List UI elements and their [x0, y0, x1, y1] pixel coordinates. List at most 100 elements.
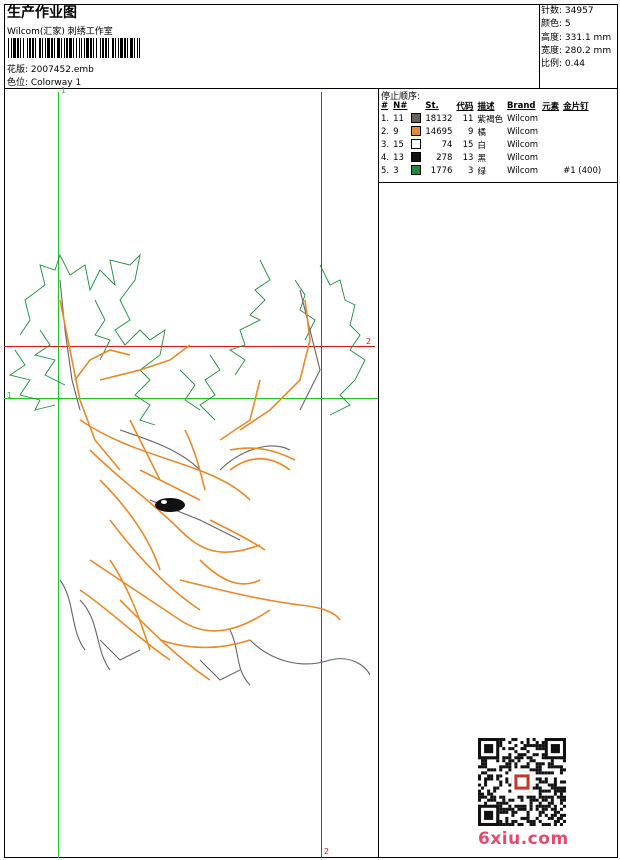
qr-module [505, 819, 509, 823]
qr-module [484, 777, 488, 781]
qr-module [481, 792, 485, 796]
qr-module [547, 771, 551, 775]
qr-module [520, 798, 524, 802]
qr-module [547, 762, 551, 766]
qr-module [541, 807, 545, 811]
qr-module [559, 780, 563, 784]
qr-module [541, 804, 545, 808]
qr-module [556, 810, 560, 814]
qr-module [508, 753, 512, 757]
qr-module [538, 747, 542, 751]
qr-module [553, 792, 557, 796]
qr-module [538, 795, 542, 799]
qr-module [562, 759, 566, 763]
qr-module [544, 804, 548, 808]
qr-module [481, 771, 485, 775]
qr-module [544, 780, 548, 784]
qr-module [532, 744, 536, 748]
qr-module [562, 804, 566, 808]
qr-module [523, 804, 527, 808]
qr-module [490, 768, 494, 772]
qr-module [541, 798, 545, 802]
qr-module [550, 762, 554, 766]
qr-module [544, 822, 548, 826]
qr-module [544, 798, 548, 802]
qr-module [550, 798, 554, 802]
qr-module [523, 807, 527, 811]
qr-module [484, 759, 488, 763]
qr-module [529, 801, 533, 805]
qr-module [553, 789, 557, 793]
qr-module [496, 774, 500, 778]
qr-module [511, 747, 515, 751]
qr-module [538, 768, 542, 772]
qr-module [526, 750, 530, 754]
qr-module [517, 753, 521, 757]
qr-module [547, 789, 551, 793]
qr-module [535, 741, 539, 745]
qr-module [481, 762, 485, 766]
qr-module [499, 768, 503, 772]
qr-module [508, 741, 512, 745]
qr-module [517, 807, 521, 811]
qr-module [502, 747, 506, 751]
qr-module [490, 795, 494, 799]
qr-module [553, 822, 557, 826]
qr-module [535, 747, 539, 751]
qr-module [541, 762, 545, 766]
qr-module [535, 783, 539, 787]
qr-module [538, 792, 542, 796]
qr-module [499, 822, 503, 826]
qr-module [511, 738, 515, 742]
qr-module [526, 813, 530, 817]
qr-module [562, 789, 566, 793]
qr-module [523, 753, 527, 757]
qr-module [541, 753, 545, 757]
qr-module [508, 768, 512, 772]
qr-module [511, 819, 515, 823]
qr-module [553, 810, 557, 814]
qr-module [484, 771, 488, 775]
qr-module [514, 810, 518, 814]
qr-module [481, 795, 485, 799]
qr-module [562, 813, 566, 817]
qr-module [529, 819, 533, 823]
qr-module [559, 798, 563, 802]
qr-module [547, 795, 551, 799]
qr-module [517, 756, 521, 760]
qr-module [544, 807, 548, 811]
qr-module [481, 765, 485, 769]
qr-module [517, 822, 521, 826]
qr-module [535, 765, 539, 769]
qr-module [505, 816, 509, 820]
qr-module [562, 786, 566, 790]
qr-module [559, 786, 563, 790]
qr-module [481, 759, 485, 763]
qr-module [478, 792, 482, 796]
qr-module [487, 798, 491, 802]
qr-module [520, 807, 524, 811]
qr-module [508, 747, 512, 751]
qr-module [541, 810, 545, 814]
qr-module [511, 822, 515, 826]
qr-module [487, 789, 491, 793]
qr-module [493, 795, 497, 799]
qr-module [550, 801, 554, 805]
qr-module [532, 738, 536, 742]
qr-module [529, 804, 533, 808]
qr-module [499, 810, 503, 814]
qr-module [499, 738, 503, 742]
qr-module [529, 759, 533, 763]
qr-module [487, 768, 491, 772]
qr-module [535, 771, 539, 775]
qr-module [511, 813, 515, 817]
qr-module [550, 786, 554, 790]
qr-module [505, 756, 509, 760]
qr-module [559, 789, 563, 793]
qr-module [535, 768, 539, 772]
qr-module [556, 765, 560, 769]
qr-module [484, 801, 488, 805]
qr-module [487, 777, 491, 781]
qr-module [535, 804, 539, 808]
qr-module [535, 816, 539, 820]
